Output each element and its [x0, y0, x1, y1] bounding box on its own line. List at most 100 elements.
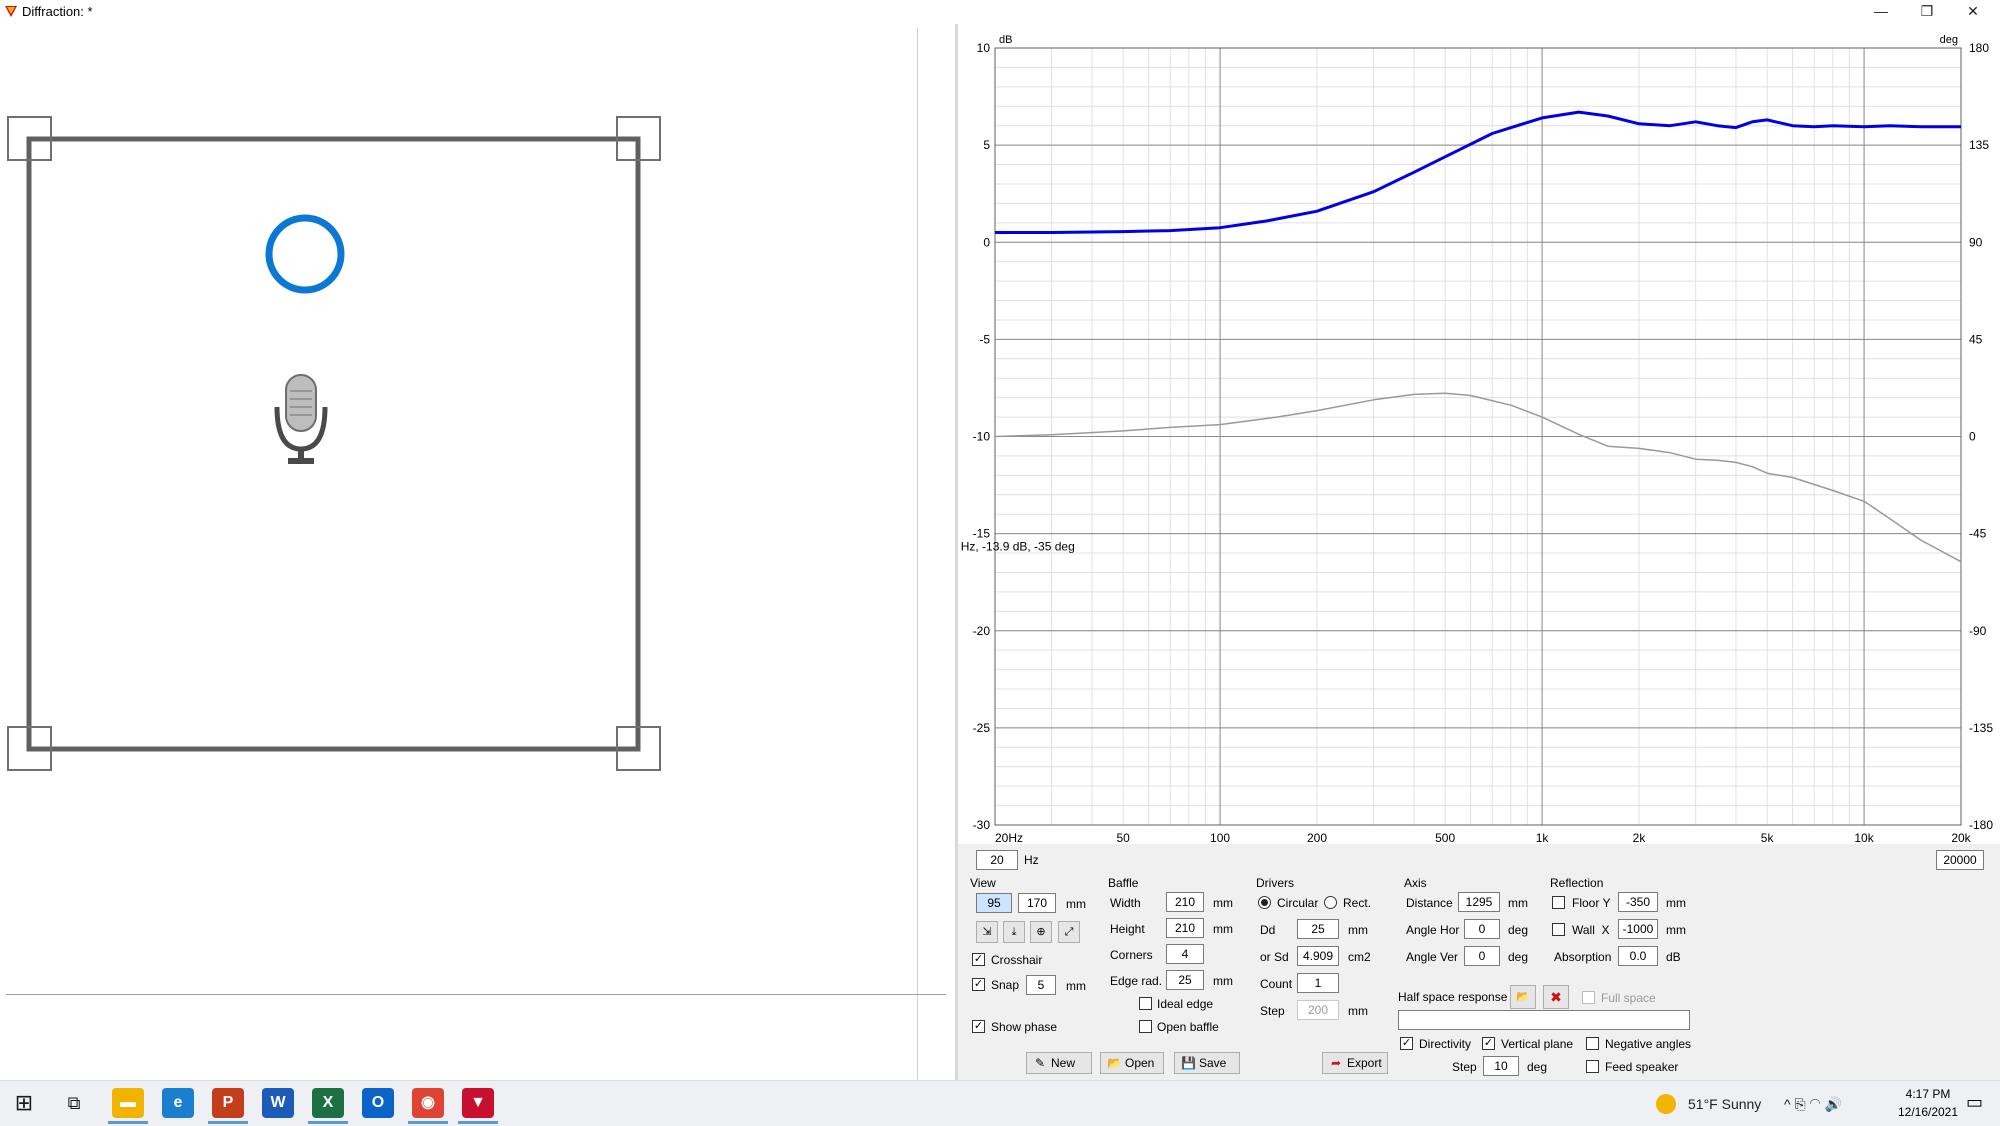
absorption-label: Absorption	[1554, 950, 1612, 964]
task-view-icon[interactable]: ⧉	[58, 1088, 90, 1118]
corners-input[interactable]: 4	[1166, 944, 1204, 964]
window-title: Diffraction: *	[22, 4, 93, 19]
baffle-width-input[interactable]: 210	[1166, 892, 1204, 912]
y-tick-label: -30	[973, 818, 991, 832]
microphone-icon[interactable]	[274, 374, 328, 464]
crosshair-checkbox[interactable]: ✓	[972, 953, 985, 966]
directivity-step-input[interactable]: 10	[1483, 1056, 1519, 1076]
feed-speaker-checkbox[interactable]	[1586, 1060, 1599, 1073]
view-origin-input[interactable]: 95	[976, 893, 1012, 913]
taskbar-word-icon[interactable]: W	[262, 1088, 294, 1118]
floor-checkbox[interactable]	[1552, 896, 1565, 909]
taskbar-edge-icon[interactable]: e	[162, 1088, 194, 1118]
y-tick-label: -15	[973, 527, 991, 541]
baffle-editor[interactable]	[0, 24, 955, 1080]
driver-step-unit: mm	[1348, 1004, 1368, 1018]
zoom-extents-icon[interactable]: ⤢	[1058, 921, 1080, 943]
notification-icon[interactable]: ▭	[1966, 1092, 1983, 1113]
negative-angles-label: Negative angles	[1605, 1037, 1692, 1051]
corners-label: Corners	[1110, 948, 1153, 962]
snap-label: Snap	[991, 978, 1020, 992]
show-phase-label: Show phase	[991, 1020, 1058, 1034]
show-phase-checkbox[interactable]: ✓	[972, 1020, 985, 1033]
zoom-fit-icon[interactable]: ⇲	[976, 921, 998, 943]
angle-hor-input[interactable]: 0	[1464, 919, 1500, 939]
restore-button[interactable]: ❐	[1904, 0, 1950, 24]
ideal-edge-checkbox[interactable]	[1139, 997, 1152, 1010]
count-input[interactable]: 1	[1297, 973, 1339, 993]
open-folder-icon[interactable]: 📂	[1510, 985, 1536, 1009]
max-frequency-input[interactable]: 20000	[1936, 850, 1984, 870]
taskbar-chrome-icon[interactable]: ◉	[412, 1088, 444, 1118]
floor-label: Floor Y	[1572, 896, 1611, 910]
new-icon: ✎	[1034, 1056, 1046, 1070]
baffle-height-input[interactable]: 210	[1166, 918, 1204, 938]
x-tick-label: 100	[1210, 831, 1230, 844]
zoom-in-icon[interactable]: ⊕	[1030, 921, 1052, 943]
half-space-file-field[interactable]	[1398, 1010, 1690, 1030]
taskbar-diffraction-icon[interactable]: ▼	[462, 1088, 494, 1118]
open-baffle-checkbox[interactable]	[1139, 1020, 1152, 1033]
save-button[interactable]: 💾 Save	[1174, 1052, 1240, 1074]
axis-group-title: Axis	[1404, 876, 1427, 890]
taskbar-powerpoint-icon[interactable]: P	[212, 1088, 244, 1118]
min-frequency-unit: Hz	[1024, 853, 1039, 867]
snap-checkbox[interactable]: ✓	[972, 978, 985, 991]
response-chart[interactable]: 20Hz 50 100 200 500 1k 2k 5k 10k 20k 10 5 0 -5 -10 -15-…	[934, 24, 2000, 845]
driver-circle[interactable]	[265, 214, 345, 294]
negative-angles-checkbox[interactable]	[1586, 1037, 1599, 1050]
close-button[interactable]: ✕	[1950, 0, 1996, 24]
clock-time[interactable]: 4:17 PM	[1890, 1087, 1966, 1101]
vertical-plane-label: Vertical plane	[1501, 1037, 1574, 1051]
taskbar-excel-icon[interactable]: X	[312, 1088, 344, 1118]
export-button[interactable]: ➦ Export	[1322, 1052, 1388, 1074]
weather-icon[interactable]	[1656, 1094, 1676, 1114]
open-button-label: Open	[1125, 1056, 1155, 1070]
distance-unit: mm	[1508, 896, 1528, 910]
y2-tick-label: -45	[1969, 527, 1987, 541]
new-button[interactable]: ✎ New	[1026, 1052, 1092, 1074]
edge-radius-input[interactable]: 25	[1166, 970, 1204, 990]
snap-input[interactable]: 5	[1026, 975, 1056, 995]
circular-label: Circular	[1277, 896, 1319, 910]
y2-tick-label: 180	[1969, 41, 1989, 55]
wall-label: Wall X	[1572, 923, 1610, 937]
rect-radio[interactable]	[1324, 896, 1337, 909]
zoom-width-icon[interactable]: ⤓	[1003, 921, 1025, 943]
x-tick-label: 500	[1435, 831, 1455, 844]
dd-input[interactable]: 25	[1297, 919, 1339, 939]
min-frequency-input[interactable]: 20	[976, 850, 1018, 870]
open-button[interactable]: 📂 Open	[1100, 1052, 1164, 1074]
directivity-checkbox[interactable]: ✓	[1400, 1037, 1413, 1050]
edge-radius-label: Edge rad.	[1110, 974, 1163, 988]
sd-input[interactable]: 4.909	[1297, 946, 1339, 966]
wall-input[interactable]: -1000	[1618, 919, 1658, 939]
absorption-input[interactable]: 0.0	[1618, 946, 1658, 966]
system-tray-icons[interactable]: ^ ⎘ ◠ 🔊	[1784, 1096, 1842, 1113]
full-space-checkbox[interactable]	[1582, 991, 1595, 1004]
save-icon: 💾	[1181, 1056, 1196, 1070]
clock-date[interactable]: 12/16/2021	[1890, 1105, 1966, 1119]
baffle-canvas[interactable]	[0, 24, 700, 784]
response-chart-svg[interactable]: 20Hz 50 100 200 500 1k 2k 5k 10k 20k1050-5-10-15-…	[934, 24, 2000, 845]
minimize-button[interactable]: —	[1858, 0, 1904, 24]
wall-unit: mm	[1666, 923, 1686, 937]
taskbar-outlook-icon[interactable]: O	[362, 1088, 394, 1118]
distance-input[interactable]: 1295	[1458, 892, 1500, 912]
circular-radio[interactable]	[1258, 896, 1271, 909]
delete-icon[interactable]: ✖	[1543, 985, 1569, 1009]
taskbar-file-explorer-icon[interactable]: ▬	[112, 1088, 144, 1118]
vertical-plane-checkbox[interactable]: ✓	[1482, 1037, 1495, 1050]
wall-checkbox[interactable]	[1552, 923, 1565, 936]
driver-step-input[interactable]: 200	[1297, 1000, 1339, 1020]
y-tick-label: 5	[983, 138, 990, 152]
full-space-label: Full space	[1601, 991, 1656, 1005]
taskbar-running-indicator	[108, 1121, 148, 1124]
editor-divider	[917, 28, 918, 1080]
angle-ver-input[interactable]: 0	[1464, 946, 1500, 966]
x-tick-label: 2k	[1633, 831, 1647, 844]
floor-input[interactable]: -350	[1618, 892, 1658, 912]
view-size-input[interactable]: 170	[1018, 893, 1056, 913]
weather-text[interactable]: 51°F Sunny	[1688, 1096, 1761, 1112]
start-icon[interactable]: ⊞	[8, 1088, 40, 1118]
